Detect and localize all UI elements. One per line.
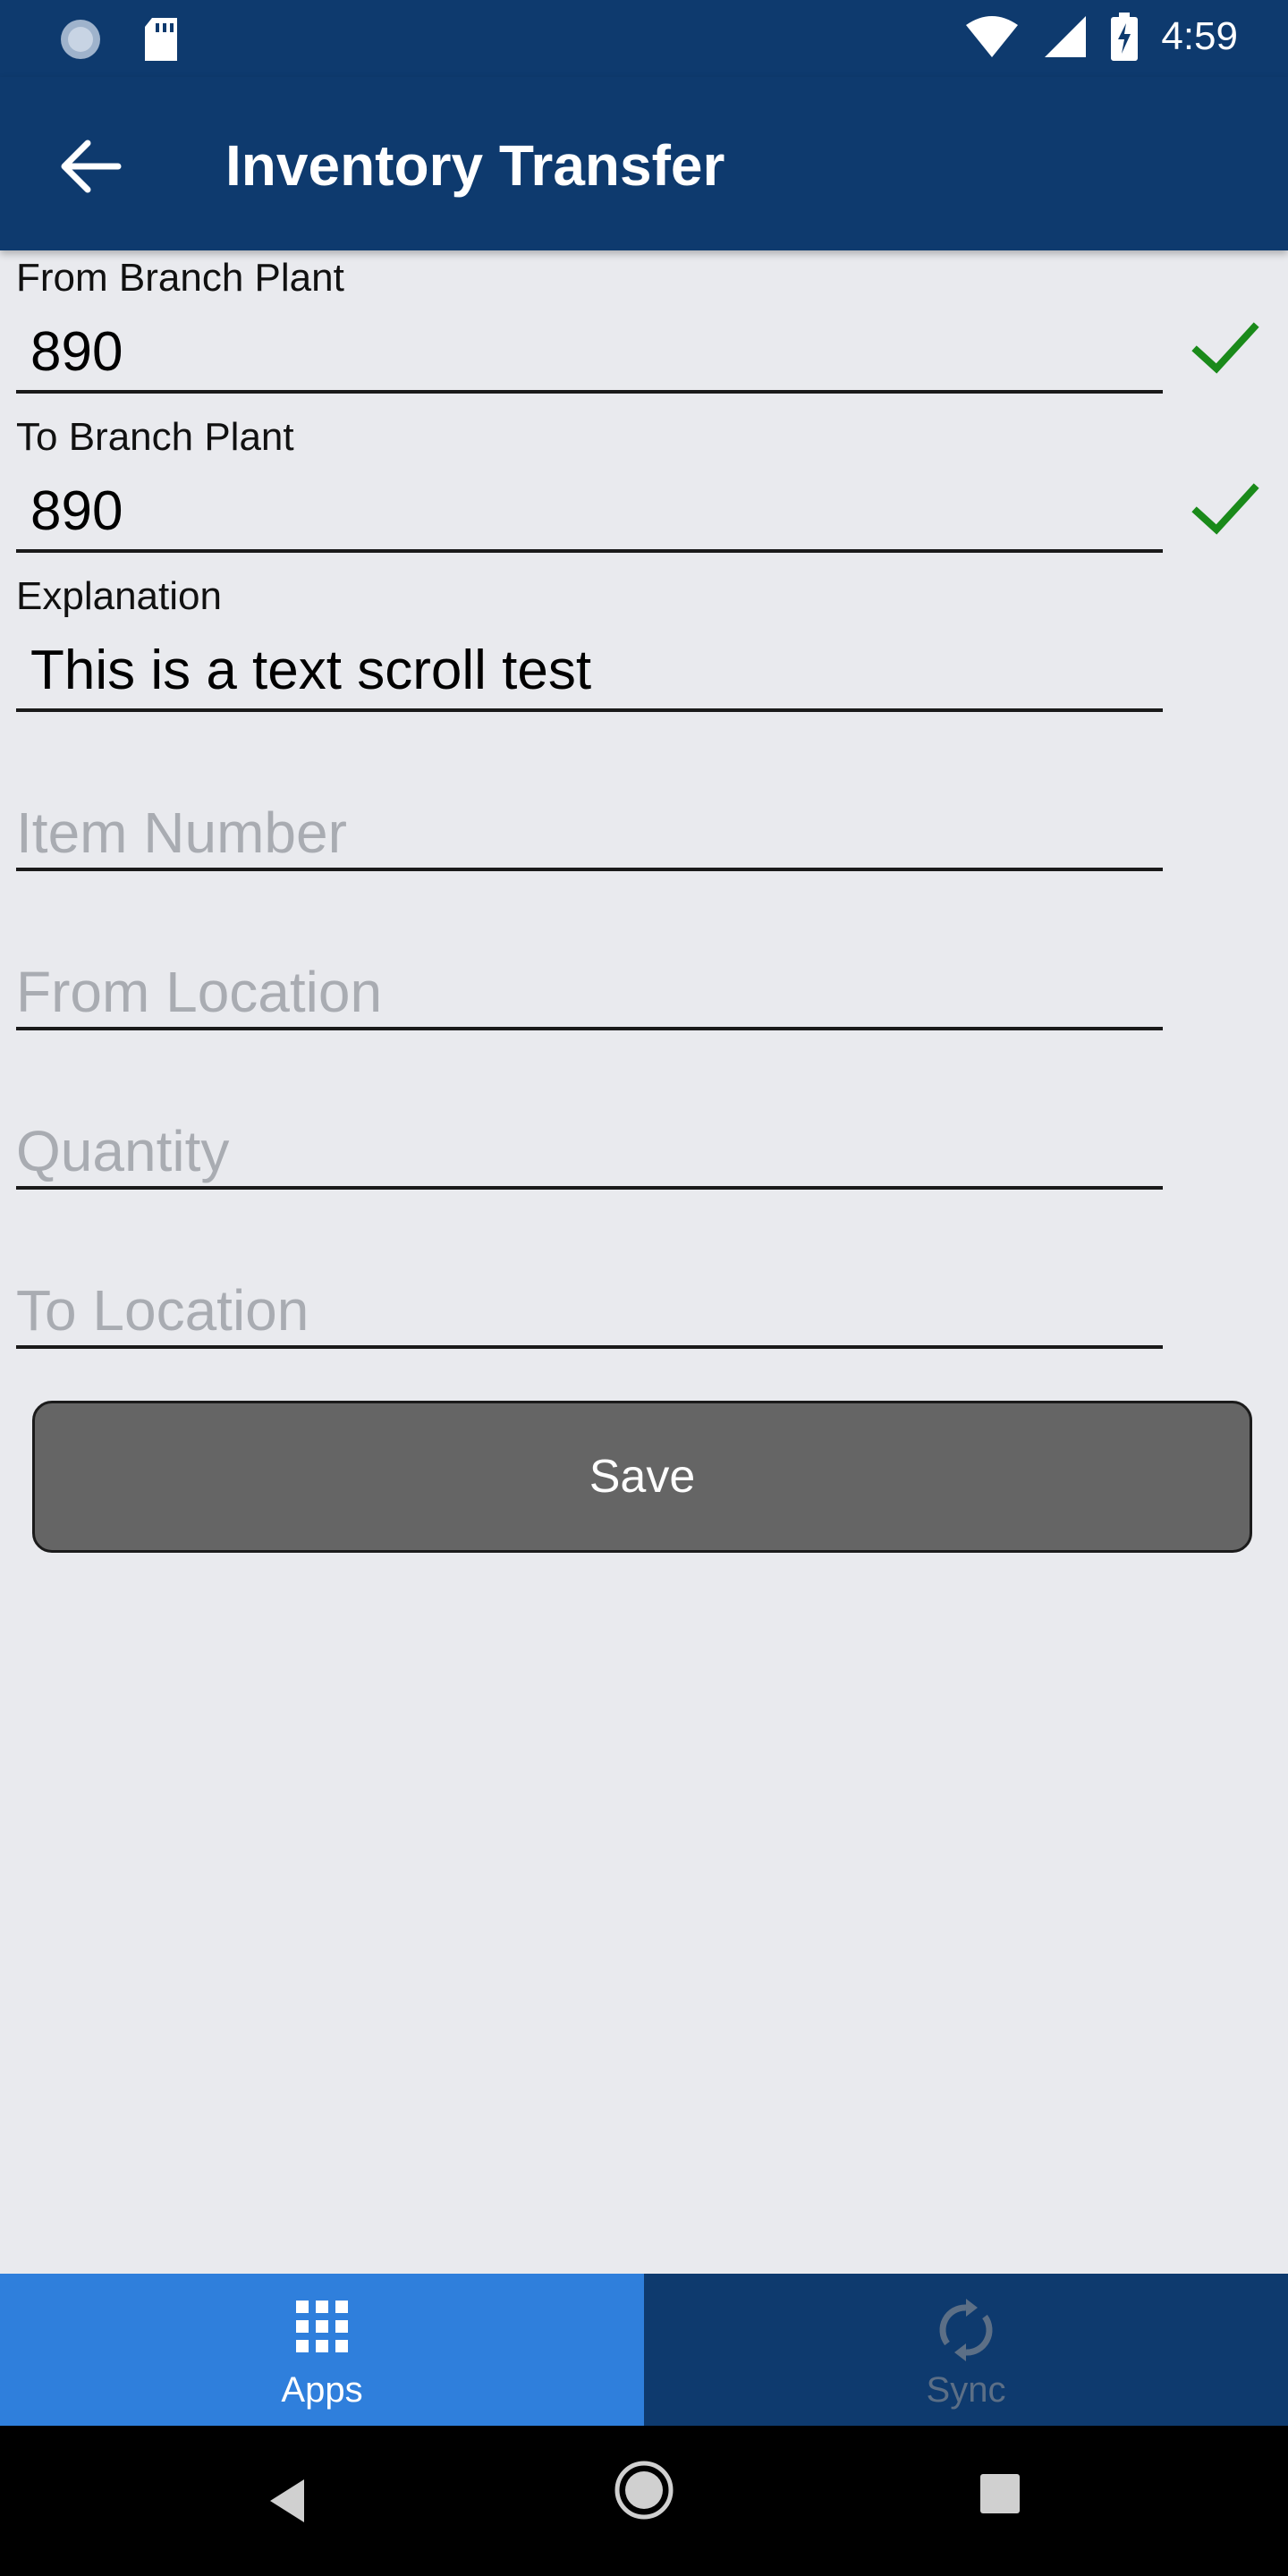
to-location-placeholder[interactable]: To Location xyxy=(16,1277,309,1343)
quantity-placeholder[interactable]: Quantity xyxy=(16,1118,229,1184)
system-navigation-bar xyxy=(0,2426,1288,2576)
to-branch-plant-value[interactable]: 890 xyxy=(30,479,123,543)
page-title: Inventory Transfer xyxy=(225,133,725,198)
explanation-field[interactable]: Explanation This is a text scroll test xyxy=(16,569,1163,714)
to-branch-plant-check-icon xyxy=(1191,483,1259,535)
to-branch-plant-field[interactable]: To Branch Plant 890 xyxy=(16,410,1163,555)
to-location-underline xyxy=(16,1345,1163,1349)
save-button[interactable]: Save xyxy=(32,1401,1252,1553)
quantity-field[interactable]: Quantity xyxy=(16,1046,1163,1191)
tab-sync[interactable]: Sync xyxy=(644,2274,1288,2426)
nav-back-icon[interactable] xyxy=(265,2465,309,2537)
from-branch-plant-value[interactable]: 890 xyxy=(30,320,123,384)
from-branch-plant-label: From Branch Plant xyxy=(16,256,344,300)
to-branch-plant-underline xyxy=(16,549,1163,553)
to-branch-plant-label: To Branch Plant xyxy=(16,415,294,459)
item-number-underline xyxy=(16,868,1163,871)
from-location-underline xyxy=(16,1027,1163,1030)
item-number-field[interactable]: Item Number xyxy=(16,728,1163,873)
explanation-value[interactable]: This is a text scroll test xyxy=(30,639,591,702)
explanation-underline xyxy=(16,708,1163,712)
quantity-underline xyxy=(16,1186,1163,1190)
cellular-signal-icon xyxy=(1045,16,1087,57)
wifi-icon xyxy=(966,16,1019,57)
tab-apps-label: Apps xyxy=(281,2370,363,2410)
grid-icon xyxy=(296,2301,348,2352)
from-branch-plant-underline xyxy=(16,390,1163,394)
sd-card-icon xyxy=(145,18,177,61)
sync-icon xyxy=(939,2299,993,2361)
explanation-label: Explanation xyxy=(16,574,222,618)
bottom-tab-bar: Apps Sync xyxy=(0,2274,1288,2426)
status-bar: 4:59 xyxy=(0,0,1288,77)
app-bar: Inventory Transfer xyxy=(0,77,1288,250)
battery-charging-icon xyxy=(1111,13,1139,61)
nav-home-icon[interactable] xyxy=(612,2458,676,2522)
from-location-field[interactable]: From Location xyxy=(16,887,1163,1032)
from-branch-plant-check-icon xyxy=(1191,322,1259,374)
from-location-placeholder[interactable]: From Location xyxy=(16,959,382,1025)
loading-icon xyxy=(61,20,100,59)
tab-sync-label: Sync xyxy=(926,2370,1006,2410)
nav-recents-icon[interactable] xyxy=(980,2474,1020,2513)
back-arrow-icon[interactable] xyxy=(54,131,125,202)
to-location-field[interactable]: To Location xyxy=(16,1206,1163,1351)
item-number-placeholder[interactable]: Item Number xyxy=(16,800,347,866)
tab-apps[interactable]: Apps xyxy=(0,2274,644,2426)
clock: 4:59 xyxy=(1161,14,1238,58)
from-branch-plant-field[interactable]: From Branch Plant 890 xyxy=(16,250,1163,395)
